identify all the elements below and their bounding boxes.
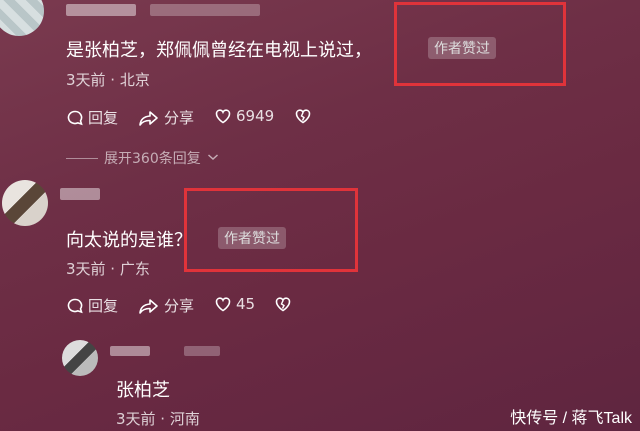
chevron-down-icon [207, 150, 219, 166]
dislike-button[interactable] [294, 107, 312, 125]
reply-button[interactable]: 回复 [66, 107, 118, 128]
share-button[interactable]: 分享 [138, 107, 194, 128]
avatar[interactable] [0, 0, 44, 36]
username-blurred[interactable] [60, 188, 100, 200]
comment-meta: 3天前 · 广东 [66, 260, 150, 278]
like-count: 45 [236, 295, 256, 313]
comment-text: 向太说的是谁？ [66, 230, 192, 251]
username-blurred-extra [184, 346, 220, 356]
reply-meta: 3天前 · 河南 [116, 410, 200, 428]
comment-text: 是张柏芝，郑佩佩曾经在电视上说过， [66, 40, 372, 61]
watermark: 快传号 / 蒋飞Talk [510, 410, 632, 427]
comment-bubble-icon [66, 297, 84, 315]
share-label: 分享 [164, 109, 195, 127]
broken-heart-icon [294, 107, 312, 125]
dislike-button[interactable] [274, 295, 292, 313]
broken-heart-icon [274, 295, 292, 313]
share-arrow-icon [138, 297, 160, 315]
avatar[interactable] [62, 340, 98, 376]
reply-text: 张柏芝 [116, 380, 170, 401]
reply-button[interactable]: 回复 [66, 295, 118, 316]
highlight-box [394, 2, 566, 86]
highlight-box [184, 188, 358, 272]
comment-meta: 3天前 · 北京 [66, 71, 150, 89]
like-count: 6949 [236, 107, 275, 125]
share-button[interactable]: 分享 [138, 295, 194, 316]
expand-replies[interactable]: 展开360条回复 [66, 148, 219, 168]
reply-label: 回复 [88, 109, 119, 127]
share-label: 分享 [164, 297, 195, 315]
username-blurred[interactable] [110, 346, 150, 356]
username-blurred[interactable] [66, 4, 136, 16]
username-blurred-extra [150, 4, 260, 16]
like-button[interactable]: 45 [214, 295, 255, 313]
avatar[interactable] [2, 180, 48, 226]
expand-replies-label: 展开360条回复 [104, 151, 201, 167]
like-button[interactable]: 6949 [214, 107, 274, 125]
share-arrow-icon [138, 109, 160, 127]
comment-bubble-icon [66, 109, 84, 127]
divider-line [66, 157, 98, 159]
heart-icon [214, 295, 232, 313]
reply-label: 回复 [88, 297, 119, 315]
heart-icon [214, 107, 232, 125]
